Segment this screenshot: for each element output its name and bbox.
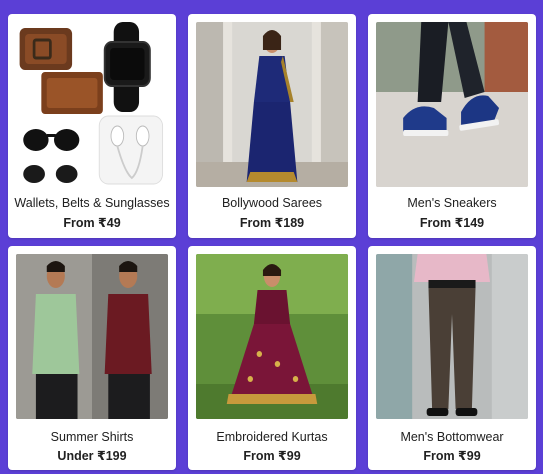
product-card-shirts[interactable]: Summer Shirts Under ₹199 xyxy=(8,246,176,470)
product-price: Under ₹199 xyxy=(57,449,127,463)
product-card-sarees[interactable]: Bollywood Sarees From ₹189 xyxy=(188,14,356,238)
product-image-shirts xyxy=(16,254,168,419)
product-grid: Wallets, Belts & Sunglasses From ₹49 Bol… xyxy=(8,14,536,470)
product-image-trousers xyxy=(376,254,528,419)
product-price: From ₹99 xyxy=(243,449,301,463)
product-image-accessories xyxy=(16,22,168,187)
product-card-accessories[interactable]: Wallets, Belts & Sunglasses From ₹49 xyxy=(8,14,176,238)
product-title: Men's Sneakers xyxy=(407,196,497,210)
product-price: From ₹149 xyxy=(419,216,485,230)
product-title: Bollywood Sarees xyxy=(221,196,323,210)
product-title: Summer Shirts xyxy=(50,430,134,444)
product-image-saree xyxy=(196,22,348,187)
product-price: From ₹99 xyxy=(423,449,481,463)
product-title: Men's Bottomwear xyxy=(400,430,504,444)
product-price: From ₹49 xyxy=(63,216,121,230)
product-image-kurta xyxy=(196,254,348,419)
product-image-sneakers xyxy=(376,22,528,187)
product-card-bottomwear[interactable]: Men's Bottomwear From ₹99 xyxy=(368,246,536,470)
product-title: Wallets, Belts & Sunglasses xyxy=(14,196,170,210)
product-title: Embroidered Kurtas xyxy=(216,430,328,444)
product-card-sneakers[interactable]: Men's Sneakers From ₹149 xyxy=(368,14,536,238)
product-card-kurtas[interactable]: Embroidered Kurtas From ₹99 xyxy=(188,246,356,470)
product-price: From ₹189 xyxy=(239,216,305,230)
